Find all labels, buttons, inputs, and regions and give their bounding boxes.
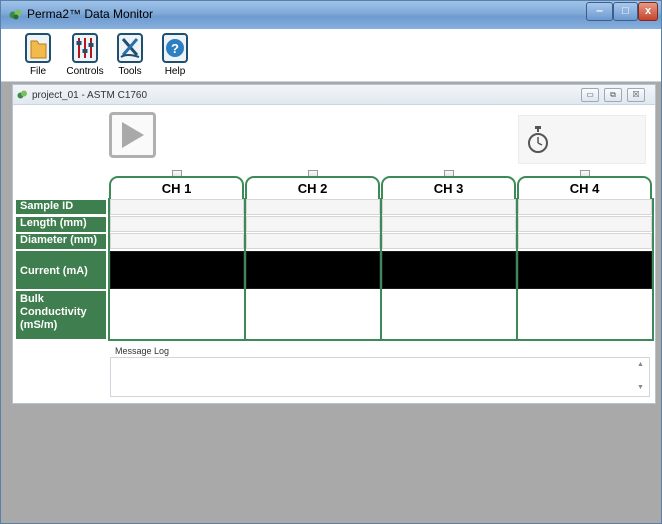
- file-button[interactable]: File: [13, 30, 63, 80]
- channel-1-header: CH 1: [109, 176, 244, 199]
- controls-button[interactable]: Controls: [60, 30, 110, 80]
- minimize-button[interactable]: ‒: [586, 2, 613, 21]
- file-folder-icon: [25, 33, 51, 63]
- svg-text:?: ?: [171, 41, 179, 56]
- project-logo-icon: [17, 90, 27, 99]
- scroll-up-icon[interactable]: ▲: [637, 361, 644, 368]
- controls-label: Controls: [66, 66, 104, 77]
- message-log-label: Message Log: [115, 346, 170, 356]
- channel-divider: [244, 198, 246, 341]
- row-label-current: Current (mA): [15, 250, 107, 290]
- project-title: project_01 - ASTM C1760: [32, 90, 148, 101]
- project-restore-button[interactable]: ⧉: [604, 88, 622, 102]
- maximize-button[interactable]: □: [613, 2, 638, 21]
- play-icon: [122, 122, 144, 148]
- help-label: Help: [164, 66, 186, 77]
- tools-button[interactable]: Tools: [105, 30, 155, 80]
- channel-divider: [380, 198, 382, 341]
- channel-divider: [516, 198, 518, 341]
- help-button[interactable]: ? Help: [150, 30, 200, 80]
- stopwatch-icon: [528, 126, 548, 153]
- row-label-sample-id: Sample ID: [15, 199, 107, 215]
- project-minimize-button[interactable]: ▭: [581, 88, 599, 102]
- tools-label: Tools: [118, 66, 142, 77]
- tools-icon: [117, 33, 143, 63]
- project-close-button[interactable]: ☒: [627, 88, 645, 102]
- scroll-down-icon[interactable]: ▼: [637, 384, 644, 391]
- window-title: Perma2™ Data Monitor: [27, 7, 154, 21]
- row-label-length: Length (mm): [15, 216, 107, 233]
- channel-3-header: CH 3: [381, 176, 516, 199]
- close-button[interactable]: x: [638, 2, 658, 21]
- sliders-icon: [72, 33, 98, 63]
- app-logo-icon: [9, 9, 22, 20]
- channel-2-header: CH 2: [245, 176, 380, 199]
- channel-4-header: CH 4: [517, 176, 652, 199]
- help-icon: ?: [162, 33, 188, 63]
- message-log-textarea[interactable]: [110, 357, 650, 397]
- row-label-diameter: Diameter (mm): [15, 233, 107, 250]
- row-label-bulk-conductivity: Bulk Conductivity (mS/m): [15, 290, 107, 340]
- file-label: File: [29, 66, 47, 77]
